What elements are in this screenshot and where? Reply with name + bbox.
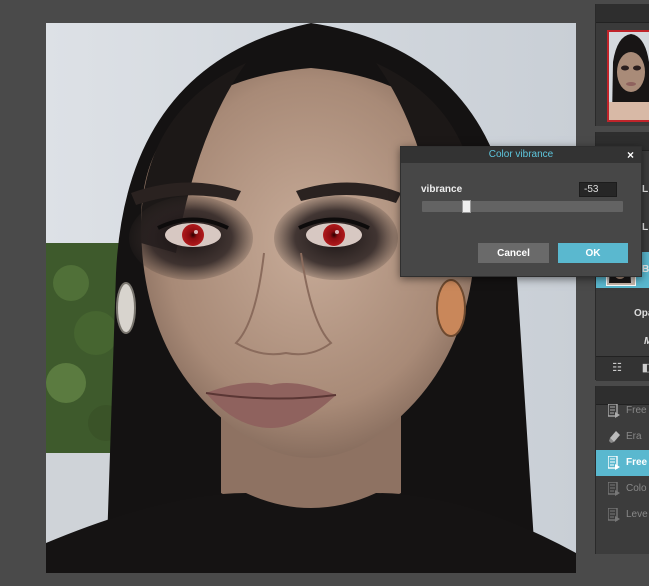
mask-icon[interactable]: ◧ [640,362,649,374]
navigator-panel [595,4,649,126]
layers-toolbar: ☷ ◧ [596,356,649,381]
history-item-selected[interactable]: Free [596,450,649,476]
vibrance-slider-handle[interactable] [462,200,471,213]
dialog-title-bar[interactable]: Color vibrance × [401,147,641,163]
layer-name: L [642,184,649,195]
portrait-image [46,23,576,573]
history-item-label: Leve [626,509,648,520]
navigator-thumbnail[interactable] [607,30,649,122]
blend-mode-label: M [644,336,649,347]
document-arrow-icon [608,508,620,522]
adjust-icon[interactable]: ☷ [610,362,624,374]
vibrance-slider[interactable] [422,200,623,213]
vibrance-label: vibrance [421,184,463,195]
cancel-button[interactable]: Cancel [478,243,549,263]
layer-name: B [642,264,649,275]
history-item-label: Free [626,457,648,468]
eraser-icon [609,431,620,443]
history-panel: Free Era Free Colo Leve [595,386,649,554]
document-arrow-icon [608,456,620,470]
canvas-area [0,0,595,586]
dialog-title: Color vibrance [488,149,554,160]
close-icon[interactable]: × [627,147,634,163]
document-arrow-icon [608,404,620,418]
history-item[interactable]: Leve [596,502,649,528]
navigator-thumbnail-image [609,32,649,120]
history-item[interactable]: Free [596,398,649,424]
history-item-label: Era [626,431,642,442]
history-item[interactable]: Era [596,424,649,450]
history-item-label: Colo [626,483,647,494]
edited-photo[interactable] [46,23,576,573]
layer-name: L [642,222,649,233]
navigator-panel-header[interactable] [596,4,649,23]
history-item[interactable]: Colo [596,476,649,502]
document-arrow-icon [608,482,620,496]
color-vibrance-dialog: Color vibrance × vibrance Cancel OK [400,146,642,277]
ok-button[interactable]: OK [558,243,628,263]
opacity-label: Opa [634,308,649,319]
vibrance-value-input[interactable] [579,182,617,197]
history-item-label: Free [626,405,647,416]
